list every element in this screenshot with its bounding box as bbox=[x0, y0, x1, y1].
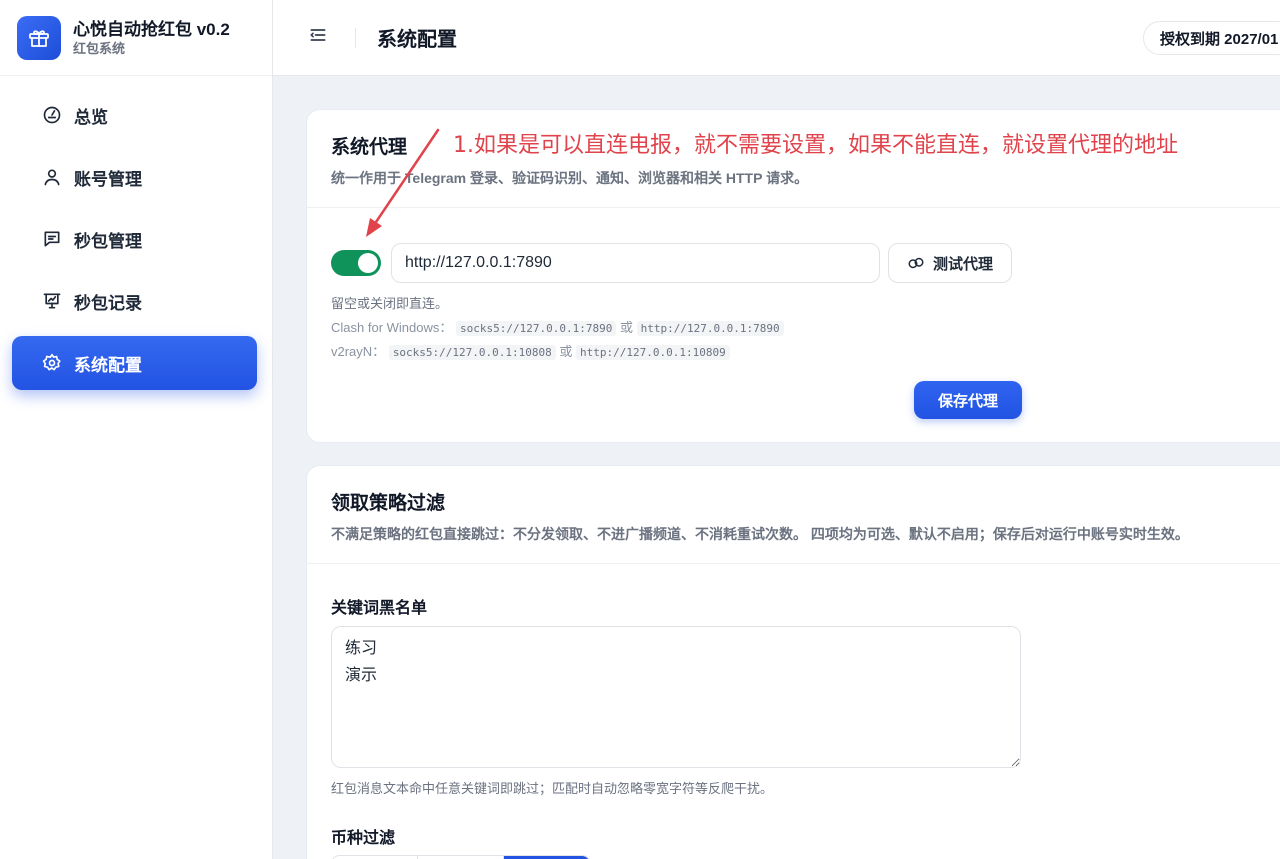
hint-or: 或 bbox=[559, 344, 573, 359]
chart-board-icon bbox=[41, 290, 63, 312]
sidebar-item-label: 账号管理 bbox=[74, 169, 142, 189]
hint-v2-prefix: v2rayN： bbox=[331, 344, 386, 359]
sidebar-item-label: 秒包记录 bbox=[74, 293, 142, 313]
sidebar-item-overview[interactable]: 总览 bbox=[12, 88, 257, 142]
message-icon bbox=[41, 228, 63, 250]
proxy-hint-main: 留空或关闭即直连。 bbox=[331, 296, 449, 311]
annotation-text: 1.如果是可以直连电报，就不需要设置，如果不能直连，就设置代理的地址 bbox=[453, 133, 1178, 158]
hint-v2-socks: socks5://127.0.0.1:10808 bbox=[388, 345, 556, 360]
currency-filter-label: 币种过滤 bbox=[331, 830, 396, 847]
sidebar-item-label: 系统配置 bbox=[74, 355, 142, 375]
hint-clash-http: http://127.0.0.1:7890 bbox=[636, 321, 784, 336]
sidebar-nav: 总览 账号管理 秒包管理 秒包记录 系统配置 bbox=[0, 76, 272, 390]
sidebar-item-label: 秒包管理 bbox=[74, 231, 142, 251]
sidebar-item-accounts[interactable]: 账号管理 bbox=[12, 150, 257, 204]
proxy-url-input[interactable] bbox=[391, 243, 880, 283]
proxy-enable-toggle[interactable] bbox=[331, 250, 381, 276]
gift-logo-icon bbox=[17, 15, 61, 60]
hint-or: 或 bbox=[619, 320, 633, 335]
sidebar-item-records[interactable]: 秒包记录 bbox=[12, 274, 257, 328]
user-icon bbox=[41, 166, 63, 188]
dashboard-gauge-icon bbox=[41, 104, 63, 126]
sidebar-item-label: 总览 bbox=[74, 107, 108, 127]
menu-collapse-icon bbox=[308, 25, 328, 50]
page-title: 系统配置 bbox=[377, 29, 457, 51]
blacklist-hint: 红包消息文本命中任意关键词即跳过；匹配时自动忽略零宽字符等反爬干扰。 bbox=[331, 781, 774, 796]
app-title: 心悦自动抢红包 v0.2 bbox=[73, 19, 230, 39]
strategy-card: 领取策略过滤 不满足策略的红包直接跳过：不分发领取、不进广播频道、不消耗重试次数… bbox=[306, 465, 1280, 859]
link-icon bbox=[907, 254, 925, 272]
sidebar-item-settings[interactable]: 系统配置 bbox=[12, 336, 257, 390]
currency-segment bbox=[331, 855, 591, 859]
hint-v2-http: http://127.0.0.1:10809 bbox=[576, 345, 730, 360]
proxy-card-desc: 统一作用于 Telegram 登录、验证码识别、通知、浏览器和相关 HTTP 请… bbox=[331, 170, 809, 186]
save-proxy-button[interactable]: 保存代理 bbox=[914, 381, 1022, 419]
blacklist-label: 关键词黑名单 bbox=[331, 600, 428, 617]
strategy-card-desc: 不满足策略的红包直接跳过：不分发领取、不进广播频道、不消耗重试次数。 四项均为可… bbox=[331, 526, 1189, 542]
brand: 心悦自动抢红包 v0.2 红包系统 bbox=[0, 0, 272, 76]
sidebar-item-packets[interactable]: 秒包管理 bbox=[12, 212, 257, 266]
app-subtitle: 红包系统 bbox=[73, 40, 126, 56]
proxy-hint-v2ray: v2rayN： socks5://127.0.0.1:10808 或 http:… bbox=[331, 341, 730, 360]
menu-toggle-button[interactable] bbox=[303, 23, 333, 53]
hint-clash-socks: socks5://127.0.0.1:7890 bbox=[456, 321, 617, 336]
header-divider bbox=[355, 27, 356, 48]
hint-clash-prefix: Clash for Windows： bbox=[331, 320, 453, 335]
gear-icon bbox=[41, 352, 63, 374]
top-header: 系统配置 授权到期 2027/01 bbox=[273, 0, 1280, 76]
license-badge: 授权到期 2027/01 bbox=[1143, 21, 1280, 55]
proxy-card: 系统代理 统一作用于 Telegram 登录、验证码识别、通知、浏览器和相关 H… bbox=[306, 109, 1280, 443]
test-proxy-button[interactable]: 测试代理 bbox=[888, 243, 1013, 283]
strategy-card-title: 领取策略过滤 bbox=[331, 493, 446, 514]
proxy-hint-clash: Clash for Windows： socks5://127.0.0.1:78… bbox=[331, 317, 784, 336]
test-proxy-label: 测试代理 bbox=[933, 255, 994, 273]
blacklist-textarea[interactable]: 练习 演示 bbox=[331, 626, 1021, 768]
sidebar: 心悦自动抢红包 v0.2 红包系统 总览 账号管理 秒包管理 秒包记录 系统配置 bbox=[0, 0, 273, 859]
annotation-arrow-icon bbox=[366, 128, 440, 237]
